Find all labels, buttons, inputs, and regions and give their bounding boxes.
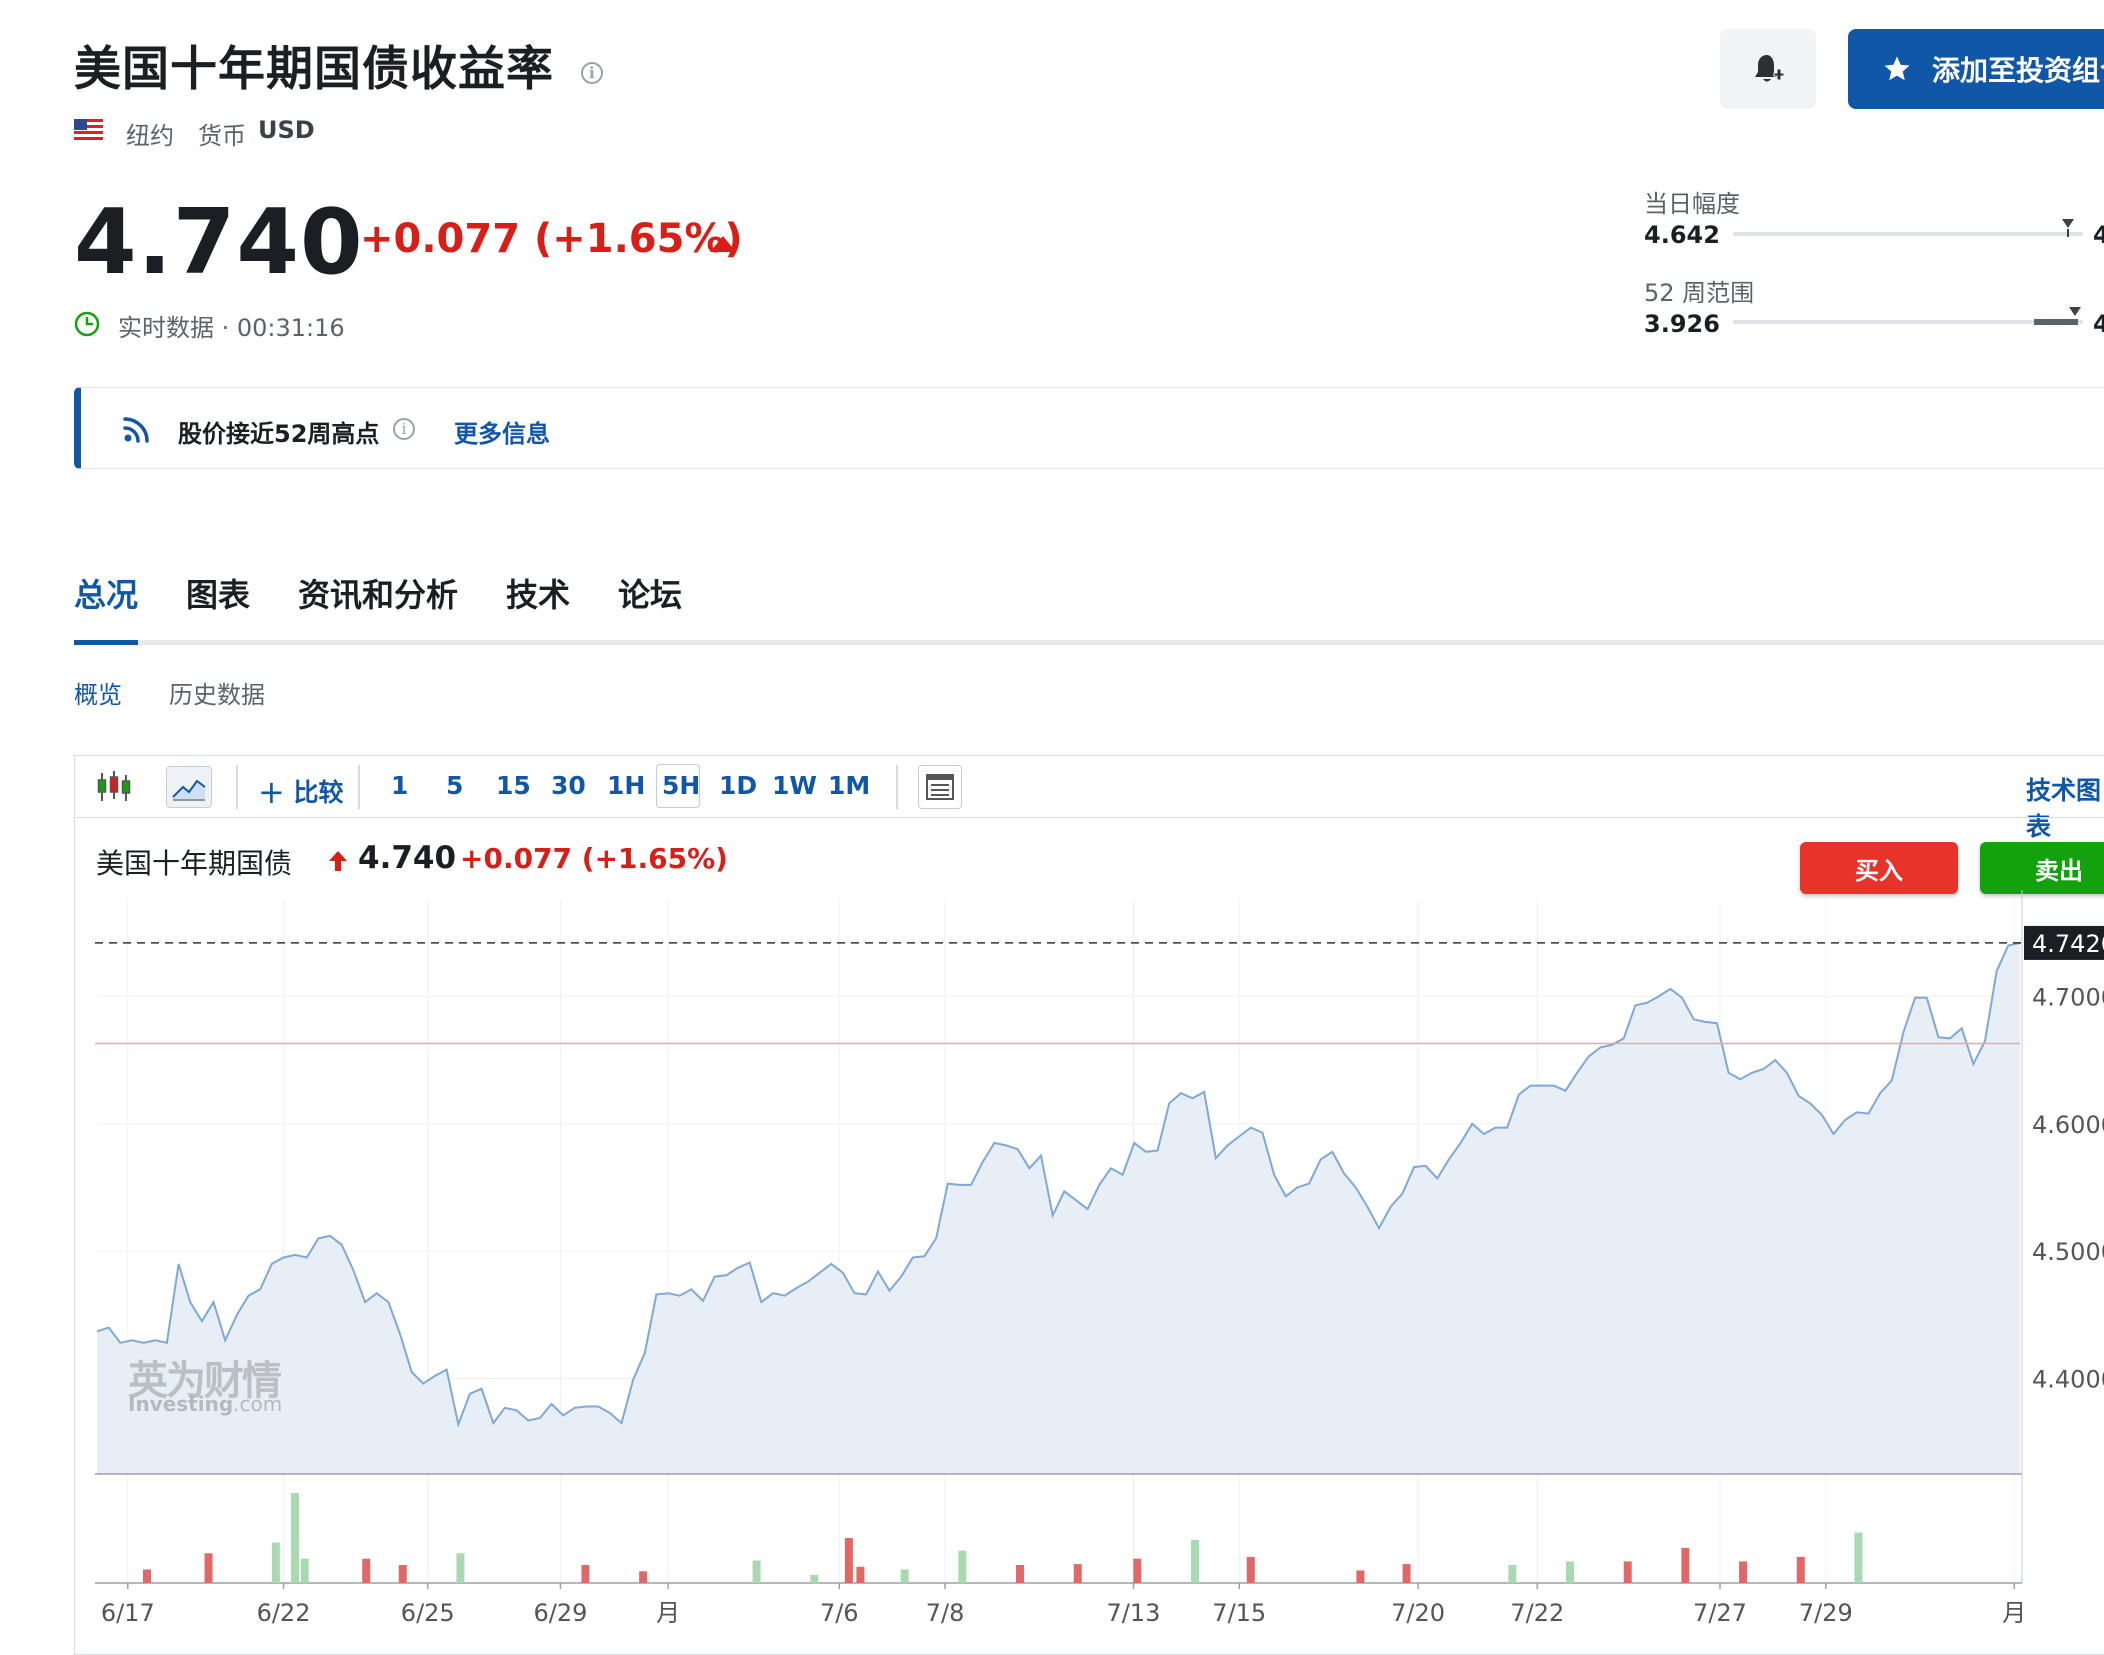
volume-bar — [456, 1553, 465, 1583]
x-tick-label: 月 — [656, 1599, 680, 1627]
volume-bar — [362, 1558, 371, 1583]
volume-bar — [1356, 1570, 1365, 1583]
y-tick-label: 4.6000 — [2032, 1111, 2104, 1139]
price-area — [97, 942, 2020, 1474]
price-chart[interactable]: 4.7000 4.6000 4.5000 4.4000 4.7420 6/17 6/22 6/… — [0, 0, 2104, 1634]
x-tick-label: 7/29 — [1799, 1599, 1853, 1627]
volume-bar — [1246, 1556, 1255, 1583]
x-tick-label: 7/15 — [1212, 1599, 1266, 1627]
volume-bar — [1133, 1558, 1142, 1583]
x-tick-label: 6/29 — [533, 1599, 587, 1627]
watermark-logo-en: Investing.com — [128, 1392, 282, 1416]
volume-bar — [856, 1566, 865, 1583]
x-tick-label: 7/8 — [926, 1599, 965, 1627]
x-tick-label: 7/20 — [1391, 1599, 1445, 1627]
volume-bar — [900, 1569, 909, 1583]
x-tick-label: 月 — [2002, 1599, 2026, 1627]
x-tick-label: 6/17 — [101, 1599, 155, 1627]
volume-bar — [752, 1560, 761, 1583]
volume-bar — [142, 1569, 151, 1583]
x-tick-label: 6/25 — [401, 1599, 455, 1627]
volume-bar — [1854, 1532, 1863, 1583]
watermark-suffix: .com — [233, 1392, 283, 1416]
volume-bar — [271, 1542, 280, 1583]
y-tick-label: 4.5000 — [2032, 1238, 2104, 1266]
x-tick-label: 7/6 — [820, 1599, 859, 1627]
volume-bar — [1016, 1565, 1025, 1583]
watermark-en: Investing — [128, 1392, 234, 1416]
volume-bar — [1402, 1564, 1411, 1583]
volume-bar — [844, 1538, 853, 1583]
volume-bar — [398, 1565, 407, 1583]
y-tick-label: 4.4000 — [2032, 1365, 2104, 1393]
volume-bar — [204, 1553, 213, 1583]
volume-bar — [581, 1565, 590, 1583]
last-value-label: 4.7420 — [2032, 930, 2104, 958]
volume-bar — [1191, 1539, 1200, 1583]
volume-bar — [1681, 1547, 1690, 1583]
volume-bar — [300, 1558, 309, 1583]
volume-bar — [291, 1493, 300, 1583]
volume-bar — [1073, 1564, 1082, 1583]
volume-bar — [1623, 1561, 1632, 1583]
x-tick-label: 7/13 — [1107, 1599, 1161, 1627]
volume-bar — [810, 1574, 819, 1583]
volume-bar — [958, 1550, 967, 1583]
x-tick-label: 7/27 — [1693, 1599, 1747, 1627]
volume-bar — [1508, 1565, 1517, 1583]
volume-bar — [639, 1571, 648, 1583]
y-tick-label: 4.7000 — [2032, 983, 2104, 1011]
volume-bar — [1739, 1561, 1748, 1583]
x-tick-label: 7/22 — [1510, 1599, 1564, 1627]
volume-bar — [1796, 1556, 1805, 1583]
x-tick-label: 6/22 — [257, 1599, 311, 1627]
volume-bar — [1566, 1561, 1575, 1583]
